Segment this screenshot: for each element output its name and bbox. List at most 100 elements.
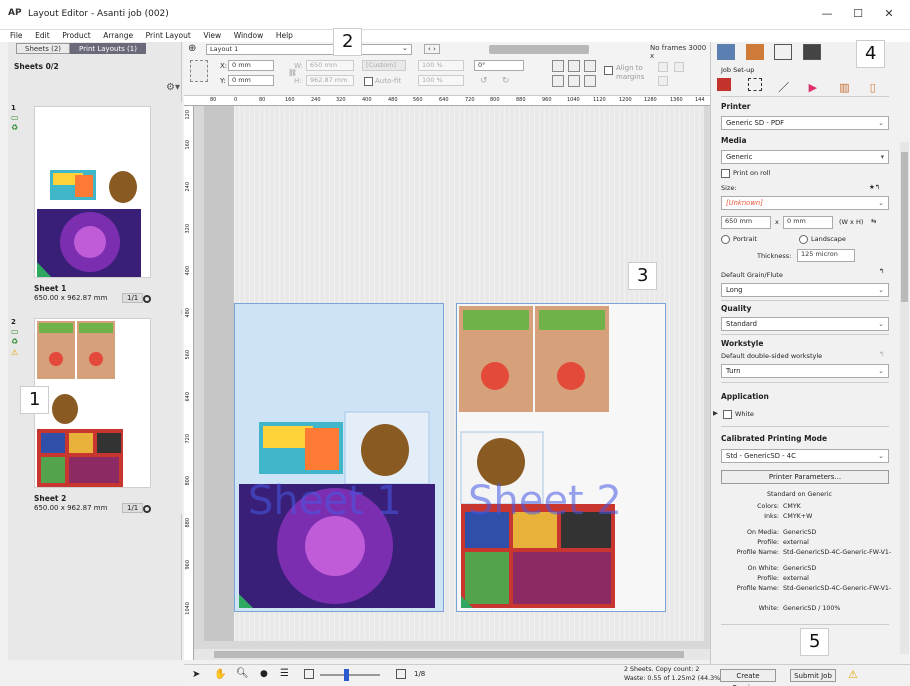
sheet-options-icon[interactable] bbox=[143, 505, 151, 513]
workstyle-select[interactable]: Turn ⌄ bbox=[721, 364, 889, 378]
link-icon[interactable]: ⛓ bbox=[288, 69, 297, 77]
favorite-icon[interactable]: ★↰ bbox=[869, 183, 880, 191]
sheet-thumbnail[interactable] bbox=[34, 106, 151, 278]
scroll-thumb[interactable] bbox=[214, 651, 684, 658]
portrait-radio[interactable] bbox=[721, 235, 730, 244]
menu-edit[interactable]: Edit bbox=[35, 30, 50, 42]
scroll-thumb[interactable] bbox=[901, 152, 908, 302]
grain-select[interactable]: Long ⌄ bbox=[721, 283, 889, 297]
align-right-icon[interactable] bbox=[584, 75, 596, 87]
menu-help[interactable]: Help bbox=[276, 30, 293, 42]
adjust-tool-icon[interactable]: ☰ bbox=[280, 668, 289, 679]
width-input[interactable]: 650 mm bbox=[306, 60, 354, 71]
align-middle-icon[interactable] bbox=[568, 60, 580, 72]
expand-icon[interactable]: ▶ bbox=[713, 409, 718, 417]
sheet-page-counter[interactable]: 1/1 bbox=[122, 503, 144, 513]
rotate-right-icon[interactable]: ↻ bbox=[502, 76, 510, 86]
thickness-input[interactable]: 125 micron bbox=[797, 249, 855, 262]
sheet-thumbnail[interactable] bbox=[34, 318, 151, 488]
layout-canvas[interactable]: Sheet 1 Sheet 2 3 bbox=[194, 106, 710, 660]
add-layout-icon[interactable]: ⊕ bbox=[188, 43, 196, 54]
reset-icon[interactable]: ↰ bbox=[879, 267, 884, 275]
maximize-icon[interactable]: ☐ bbox=[847, 4, 869, 24]
calibrated-select[interactable]: Std - GenericSD - 4C ⌄ bbox=[721, 449, 889, 463]
zoom-level[interactable]: 1/8 bbox=[414, 670, 425, 678]
print-on-roll-checkbox[interactable] bbox=[721, 169, 730, 178]
distribute-icon[interactable] bbox=[674, 62, 684, 72]
menu-product[interactable]: Product bbox=[62, 30, 90, 42]
ruler-tick: 560 bbox=[185, 350, 191, 360]
menu-file[interactable]: File bbox=[10, 30, 23, 42]
distribute-icon[interactable] bbox=[658, 76, 668, 86]
printer-parameters-button[interactable]: Printer Parameters... bbox=[721, 470, 889, 484]
printer-select[interactable]: Generic SD - PDF ⌄ bbox=[721, 116, 889, 130]
swap-icon[interactable]: ⇆ bbox=[871, 217, 876, 225]
menu-view[interactable]: View bbox=[203, 30, 221, 42]
y-input[interactable]: 0 mm bbox=[228, 75, 274, 86]
autofit-checkbox[interactable] bbox=[364, 77, 373, 86]
frame-tab-icon[interactable] bbox=[774, 44, 793, 60]
white-checkbox[interactable] bbox=[723, 410, 732, 419]
palette-tab-icon[interactable] bbox=[745, 44, 764, 60]
pin-tool-icon[interactable]: ● bbox=[260, 669, 268, 679]
landscape-radio[interactable] bbox=[799, 235, 808, 244]
color-subtab-icon[interactable]: ▶ bbox=[809, 81, 823, 94]
media-subtab-icon[interactable] bbox=[717, 78, 731, 91]
size-preset-select[interactable]: [Custom] bbox=[362, 60, 406, 71]
pointer-tool-icon[interactable]: ➤ bbox=[192, 669, 200, 680]
sheet-list-item[interactable]: 1 ▭ ♻ Sheet 1 650.00 x 962.87 mm 1/1 bbox=[8, 102, 182, 310]
printer-tab-icon[interactable] bbox=[717, 44, 735, 60]
tab-sheets[interactable]: Sheets (2) bbox=[16, 43, 71, 54]
zoom-slider-handle[interactable] bbox=[344, 669, 349, 681]
chevron-down-icon[interactable]: ⌄ bbox=[402, 44, 408, 52]
vertical-scrollbar[interactable] bbox=[900, 142, 909, 654]
book-subtab-icon[interactable]: ▥ bbox=[839, 81, 853, 94]
distribute-icon[interactable] bbox=[658, 62, 668, 72]
scale-h-input[interactable]: 100 % bbox=[418, 75, 464, 86]
align-center-icon[interactable] bbox=[568, 75, 580, 87]
media-height-input[interactable]: 0 mm bbox=[783, 216, 833, 229]
zoom-tool-icon[interactable]: 🔍︎ bbox=[236, 668, 249, 679]
layout-select[interactable]: Layout 1 bbox=[206, 44, 412, 55]
align-left-icon[interactable] bbox=[552, 75, 564, 87]
menu-print-layout[interactable]: Print Layout bbox=[146, 30, 191, 42]
media-select[interactable]: Generic ▾ bbox=[721, 150, 889, 164]
sheet-2-area[interactable] bbox=[456, 303, 666, 612]
size-select[interactable]: [Unknown] ⌄ bbox=[721, 196, 889, 210]
align-margins-checkbox[interactable] bbox=[604, 66, 613, 75]
menu-arrange[interactable]: Arrange bbox=[103, 30, 133, 42]
minimize-icon[interactable]: — bbox=[816, 4, 838, 24]
zoom-out-icon[interactable] bbox=[304, 669, 314, 679]
page-subtab-icon[interactable]: ▯ bbox=[870, 81, 884, 94]
tab-print-layouts[interactable]: Print Layouts (1) bbox=[70, 43, 146, 54]
height-input[interactable]: 962.87 mm bbox=[306, 75, 354, 86]
quality-select[interactable]: Standard ⌄ bbox=[721, 317, 889, 331]
rotation-select[interactable]: 0° bbox=[474, 60, 524, 71]
sheet-options-icon[interactable] bbox=[143, 295, 151, 303]
rotate-left-icon[interactable]: ↺ bbox=[480, 76, 488, 86]
sheet-1-area[interactable] bbox=[234, 303, 444, 612]
hand-tool-icon[interactable]: ✋ bbox=[214, 669, 226, 680]
zoom-slider[interactable] bbox=[320, 674, 380, 676]
align-bottom-icon[interactable] bbox=[584, 60, 596, 72]
warning-icon[interactable]: ⚠ bbox=[848, 668, 858, 681]
reset-icon[interactable]: ↰ bbox=[879, 350, 884, 358]
pen-subtab-icon[interactable]: ／ bbox=[778, 79, 792, 94]
prev-next-icon[interactable]: ‹ › bbox=[424, 44, 440, 54]
menu-window[interactable]: Window bbox=[234, 30, 264, 42]
margins-subtab-icon[interactable] bbox=[747, 78, 762, 91]
align-top-icon[interactable] bbox=[552, 60, 564, 72]
window-tab-icon[interactable] bbox=[802, 44, 821, 60]
gear-icon[interactable]: ⚙▾ bbox=[166, 82, 180, 93]
origin-icon[interactable] bbox=[190, 60, 208, 82]
horizontal-scrollbar[interactable] bbox=[194, 649, 710, 660]
x-input[interactable]: 0 mm bbox=[228, 60, 274, 71]
submit-job-button[interactable]: Submit Job bbox=[790, 669, 836, 682]
close-icon[interactable]: ✕ bbox=[878, 4, 900, 24]
sheet-list-item[interactable]: 2 ▭ ♻ ⚠ Sheet 2 650.00 x 962.87 mm 1/1 bbox=[8, 314, 182, 514]
media-width-input[interactable]: 650 mm bbox=[721, 216, 771, 229]
zoom-in-icon[interactable] bbox=[396, 669, 406, 679]
create-previews-button[interactable]: Create Previews bbox=[720, 669, 776, 686]
scale-w-input[interactable]: 100 % bbox=[418, 60, 464, 71]
sheet-page-counter[interactable]: 1/1 bbox=[122, 293, 144, 303]
